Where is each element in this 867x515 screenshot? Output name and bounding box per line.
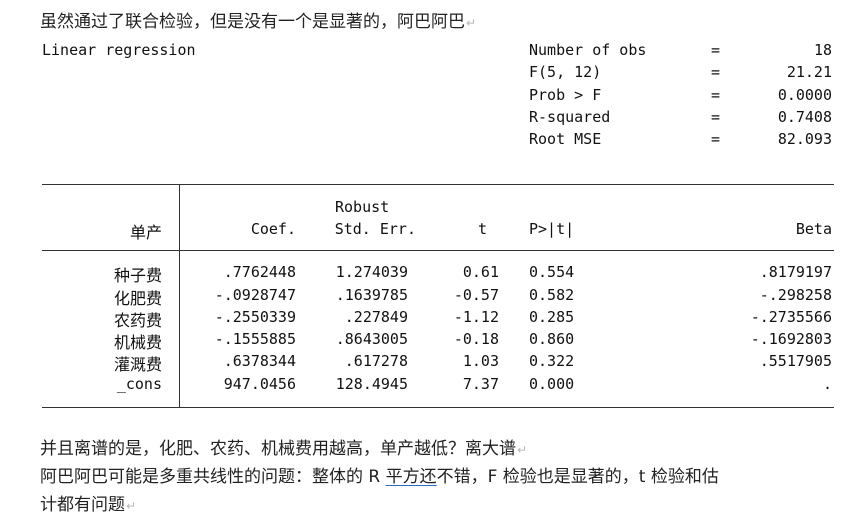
beta-cell: -.2735566 [750,308,832,326]
stat-equals: = [711,130,721,148]
underlined-phrase: 平方还 [385,467,437,487]
stderr-cell: .1639785 [335,286,408,304]
paragraph-3-text-c: 不错，F 检验也是显著的，t 检验和估 [436,467,719,487]
p-cell: 0.582 [529,286,575,304]
coef-header: Coef. [250,220,296,238]
coef-cell: -.0928747 [214,286,296,304]
paragraph-mark-icon: ↵ [466,16,477,30]
t-cell: 1.03 [462,352,499,370]
stderr-cell: 128.4945 [335,375,408,393]
t-cell: -0.18 [453,330,499,348]
p-cell: 0.322 [529,352,575,370]
paragraph-3-continued: 计都有问题↵ [40,490,136,515]
paragraph-2-text: 并且离谱的是，化肥、农药、机械费用越高，单产越低？离大谱 [40,439,516,459]
stat-value: 0.0000 [777,86,832,104]
p-header: P>|t| [529,220,575,238]
paragraph-3: 阿巴阿巴可能是多重共线性的问题：整体的 R 平方还不错，F 检验也是显著的，t … [40,462,719,487]
coef-cell: -.2550339 [214,308,296,326]
depvar-header: 单产 [129,223,162,242]
stat-equals: = [711,108,721,126]
stat-label: R-squared [529,108,611,126]
coef-cell: .6378344 [223,352,296,370]
paragraph-mark-icon: ↵ [126,499,137,513]
paragraph-mark-icon: ↵ [517,443,528,457]
coef-cell: .7762448 [223,263,296,281]
row-label: 农药费 [113,311,162,330]
p-cell: 0.000 [529,375,575,393]
row-label: 灌溉费 [113,355,162,374]
beta-cell: -.298258 [759,286,832,304]
t-cell: 0.61 [462,263,499,281]
intro-paragraph: 虽然通过了联合检验，但是没有一个是显著的，阿巴阿巴↵ [40,7,476,32]
row-label: 化肥费 [113,289,162,308]
table-header-rule [42,250,834,251]
coef-cell: -.1555885 [214,330,296,348]
paragraph-3-text-a: 阿巴阿巴可能是多重共线性的问题：整体的 R [40,467,386,487]
beta-cell: .8179197 [759,263,832,281]
stat-equals: = [711,86,721,104]
coef-cell: 947.0456 [223,375,296,393]
p-cell: 0.554 [529,263,575,281]
row-label: 种子费 [113,266,162,285]
p-cell: 0.860 [529,330,575,348]
stderr-cell: .617278 [344,352,408,370]
beta-cell: . [822,375,832,393]
beta-cell: .5517905 [759,352,832,370]
beta-cell: -.1692803 [750,330,832,348]
robust-header: Robust [335,198,390,216]
table-bottom-rule [42,407,834,408]
stat-label: Number of obs [529,41,647,59]
stat-value: 0.7408 [777,108,832,126]
t-header: t [477,220,487,238]
table-top-rule [42,184,834,185]
t-cell: -0.57 [453,286,499,304]
stderr-header: Std. Err. [334,220,416,238]
p-cell: 0.285 [529,308,575,326]
stat-label: Root MSE [529,130,602,148]
stat-label: Prob > F [529,86,602,104]
stderr-cell: .227849 [344,308,408,326]
stderr-cell: .8643005 [335,330,408,348]
paragraph-2: 并且离谱的是，化肥、农药、机械费用越高，单产越低？离大谱↵ [40,434,527,459]
stat-value: 18 [813,41,832,59]
t-cell: -1.12 [453,308,499,326]
beta-header: Beta [795,220,832,238]
stat-equals: = [711,41,721,59]
row-label: 机械费 [113,333,162,352]
stat-equals: = [711,63,721,81]
intro-text: 虽然通过了联合检验，但是没有一个是显著的，阿巴阿巴 [40,12,465,32]
stderr-cell: 1.274039 [335,263,408,281]
stat-label: F(5, 12) [529,63,602,81]
regression-title: Linear regression [42,41,196,59]
stat-value: 21.21 [786,63,832,81]
paragraph-3-text-d: 计都有问题 [40,495,125,515]
t-cell: 7.37 [462,375,499,393]
stat-value: 82.093 [777,130,832,148]
row-label: _cons [116,375,162,393]
table-vertical-rule [179,184,180,408]
